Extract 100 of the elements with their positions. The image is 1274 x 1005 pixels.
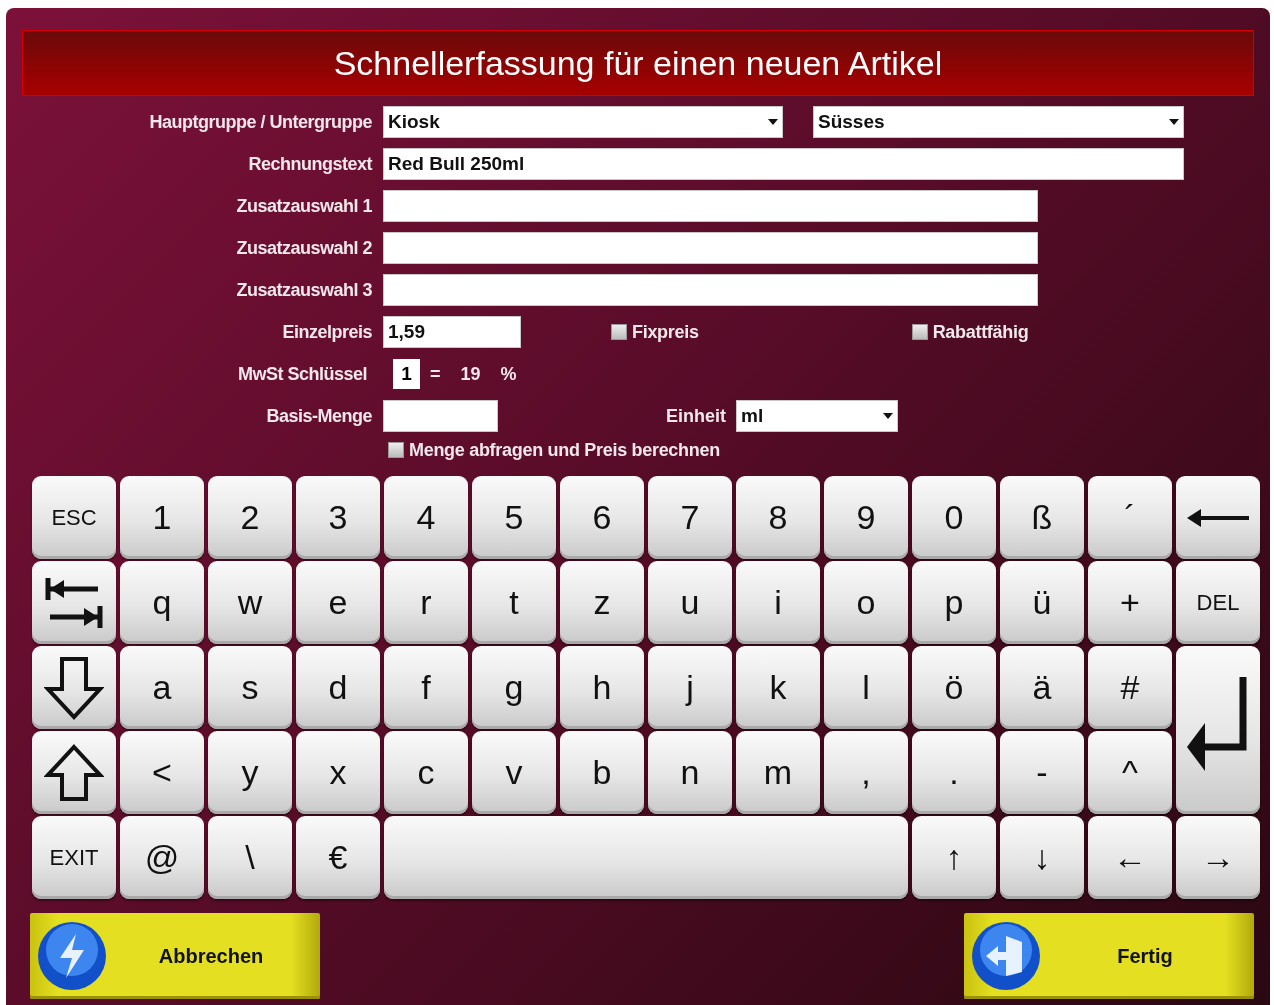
keyboard-key[interactable]: n bbox=[648, 731, 732, 814]
shift-icon bbox=[44, 742, 104, 803]
keyboard-key[interactable]: - bbox=[1000, 731, 1084, 814]
caret-icon bbox=[883, 413, 893, 419]
keyboard-key[interactable]: , bbox=[824, 731, 908, 814]
checkbox[interactable] bbox=[611, 324, 627, 340]
keyboard-key[interactable]: 8 bbox=[736, 476, 820, 559]
keyboard-key[interactable]: d bbox=[296, 646, 380, 729]
keyboard-key[interactable]: ← bbox=[1088, 816, 1172, 899]
keyboard-key[interactable]: ä bbox=[1000, 646, 1084, 729]
keyboard-key[interactable]: u bbox=[648, 561, 732, 644]
space-key[interactable] bbox=[384, 816, 908, 899]
keyboard-key[interactable]: < bbox=[120, 731, 204, 814]
done-button[interactable]: Fertig bbox=[964, 913, 1254, 999]
checkbox[interactable] bbox=[388, 442, 404, 458]
keyboard-key[interactable]: # bbox=[1088, 646, 1172, 729]
down-arrow-outline-icon bbox=[44, 654, 104, 721]
keyboard-key[interactable]: + bbox=[1088, 561, 1172, 644]
field-label: MwSt Schlüssel bbox=[236, 363, 367, 385]
keyboard-key[interactable]: 6 bbox=[560, 476, 644, 559]
field-label: Hauptgruppe / Untergruppe bbox=[148, 111, 372, 133]
keyboard-key[interactable]: z bbox=[560, 561, 644, 644]
checkbox[interactable] bbox=[911, 324, 928, 340]
field-label: Zusatzauswahl 1 bbox=[235, 195, 372, 217]
input-field[interactable] bbox=[383, 232, 1038, 264]
keyboard-key[interactable]: k bbox=[736, 646, 820, 729]
unit-dropdown[interactable]: ml bbox=[736, 400, 898, 432]
keyboard-key[interactable]: t bbox=[472, 561, 556, 644]
keyboard-key[interactable]: 7 bbox=[648, 476, 732, 559]
capslock-key[interactable] bbox=[32, 646, 116, 729]
keyboard-key[interactable]: 3 bbox=[296, 476, 380, 559]
keyboard-key[interactable]: ß bbox=[1000, 476, 1084, 559]
keyboard-key[interactable]: ´ bbox=[1088, 476, 1172, 559]
cancel-button[interactable]: Abbrechen bbox=[30, 913, 320, 999]
keyboard-key[interactable]: EXIT bbox=[32, 816, 116, 899]
keyboard-key[interactable]: c bbox=[384, 731, 468, 814]
keyboard-key[interactable]: DEL bbox=[1176, 561, 1260, 644]
field-label: Zusatzauswahl 3 bbox=[235, 279, 372, 301]
keyboard-key[interactable]: ^ bbox=[1088, 731, 1172, 814]
percent-sign: % bbox=[500, 363, 517, 385]
keyboard-key[interactable]: q bbox=[120, 561, 204, 644]
field-label: Rechnungstext bbox=[247, 153, 372, 175]
field-label: Basis-Menge bbox=[265, 405, 372, 427]
checkbox-label: Fixpreis bbox=[632, 321, 699, 343]
shift-key[interactable] bbox=[32, 731, 116, 814]
keyboard-key[interactable]: v bbox=[472, 731, 556, 814]
input-field[interactable] bbox=[383, 190, 1038, 222]
keyboard-key[interactable]: € bbox=[296, 816, 380, 899]
keyboard-key[interactable]: i bbox=[736, 561, 820, 644]
keyboard-key[interactable]: 0 bbox=[912, 476, 996, 559]
keyboard-key[interactable]: . bbox=[912, 731, 996, 814]
keyboard-key[interactable]: 2 bbox=[208, 476, 292, 559]
keyboard-key[interactable]: e bbox=[296, 561, 380, 644]
keyboard-key[interactable]: h bbox=[560, 646, 644, 729]
vat-key-field[interactable]: 1 bbox=[393, 359, 420, 389]
invoice-text-field[interactable]: Red Bull 250ml bbox=[383, 148, 1184, 180]
field-label: Einzelpreis bbox=[281, 321, 372, 343]
enter-key[interactable] bbox=[1176, 646, 1260, 814]
keyboard-key[interactable]: y bbox=[208, 731, 292, 814]
keyboard-key[interactable]: l bbox=[824, 646, 908, 729]
keyboard-key[interactable]: s bbox=[208, 646, 292, 729]
keyboard-key[interactable]: w bbox=[208, 561, 292, 644]
keyboard-key[interactable]: b bbox=[560, 731, 644, 814]
input-field[interactable] bbox=[383, 274, 1038, 306]
equals-sign: = bbox=[430, 363, 441, 385]
field-label: Zusatzauswahl 2 bbox=[235, 237, 372, 259]
price-field[interactable]: 1,59 bbox=[383, 316, 521, 348]
keyboard-key[interactable]: p bbox=[912, 561, 996, 644]
sub-group-dropdown[interactable]: Süsses bbox=[813, 106, 1184, 138]
caret-icon bbox=[768, 119, 778, 125]
keyboard-key[interactable]: ↓ bbox=[1000, 816, 1084, 899]
keyboard-key[interactable]: g bbox=[472, 646, 556, 729]
door-arrow-orb-icon bbox=[970, 920, 1042, 992]
keyboard-key[interactable]: ö bbox=[912, 646, 996, 729]
keyboard-key[interactable]: ESC bbox=[32, 476, 116, 559]
tab-key[interactable] bbox=[32, 561, 116, 644]
checkbox-label: Rabattfähig bbox=[932, 321, 1029, 343]
keyboard-key[interactable]: x bbox=[296, 731, 380, 814]
dialog-title: Schnellerfassung für einen neuen Artikel bbox=[22, 30, 1254, 96]
keyboard-key[interactable]: 1 bbox=[120, 476, 204, 559]
keyboard-key[interactable]: o bbox=[824, 561, 908, 644]
keyboard-key[interactable]: ü bbox=[1000, 561, 1084, 644]
keyboard-key[interactable]: f bbox=[384, 646, 468, 729]
keyboard-key[interactable]: @ bbox=[120, 816, 204, 899]
base-quantity-field[interactable] bbox=[383, 400, 498, 432]
keyboard-key[interactable]: 5 bbox=[472, 476, 556, 559]
vat-rate: 19 bbox=[460, 363, 481, 385]
keyboard-key[interactable]: → bbox=[1176, 816, 1260, 899]
keyboard-key[interactable]: \ bbox=[208, 816, 292, 899]
backspace-key[interactable] bbox=[1176, 476, 1260, 559]
keyboard-key[interactable]: 9 bbox=[824, 476, 908, 559]
keyboard-key[interactable]: ↑ bbox=[912, 816, 996, 899]
keyboard-key[interactable]: r bbox=[384, 561, 468, 644]
keyboard-key[interactable]: j bbox=[648, 646, 732, 729]
keyboard-key[interactable]: 4 bbox=[384, 476, 468, 559]
main-group-dropdown[interactable]: Kiosk bbox=[383, 106, 783, 138]
keyboard-key[interactable]: m bbox=[736, 731, 820, 814]
caret-icon bbox=[1169, 119, 1179, 125]
checkbox-label: Menge abfragen und Preis berechnen bbox=[409, 439, 720, 461]
keyboard-key[interactable]: a bbox=[120, 646, 204, 729]
